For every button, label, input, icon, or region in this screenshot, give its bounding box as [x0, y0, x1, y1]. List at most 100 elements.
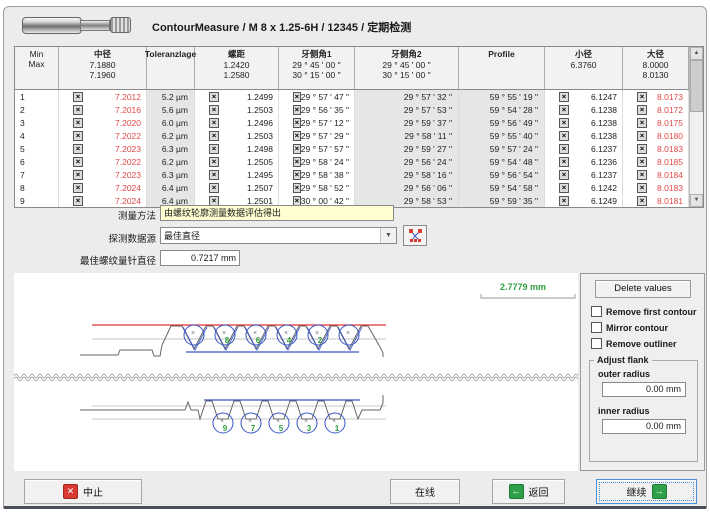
- table-scrollbar[interactable]: ▲ ▼: [689, 47, 703, 207]
- table-cell: 5.6 µm: [147, 103, 195, 116]
- value-checkbox[interactable]: ×: [293, 92, 301, 102]
- value-checkbox[interactable]: ×: [637, 105, 647, 115]
- value-checkbox[interactable]: ×: [209, 118, 219, 128]
- scroll-up-icon[interactable]: ▲: [690, 47, 703, 60]
- value-checkbox[interactable]: ×: [559, 157, 569, 167]
- delete-values-button[interactable]: Delete values: [595, 280, 691, 298]
- table-cell: 5: [15, 142, 59, 155]
- value-checkbox[interactable]: ×: [559, 183, 569, 193]
- abort-button[interactable]: ✕ 中止: [24, 479, 142, 504]
- value-checkbox[interactable]: ×: [637, 196, 647, 206]
- table-cell: 29 ° 57 ' 53 ": [355, 103, 459, 116]
- table-cell: ×1.2507: [195, 181, 279, 194]
- value-checkbox[interactable]: ×: [293, 131, 301, 141]
- continue-button[interactable]: 继续 →: [596, 479, 697, 504]
- table-cell: ×7.2020: [59, 116, 147, 129]
- chevron-down-icon[interactable]: ▼: [380, 228, 396, 243]
- outer-radius-field[interactable]: 0.00 mm: [602, 382, 686, 397]
- value-checkbox[interactable]: ×: [293, 183, 301, 193]
- table-cell: ×29 ° 57 ' 12 ": [279, 116, 355, 129]
- value-checkbox[interactable]: ×: [73, 92, 83, 102]
- adjust-flank-group: Adjust flank outer radius 0.00 mm inner …: [589, 360, 698, 462]
- table-row[interactable]: 8×7.20246.4 µm×1.2507×29 ° 58 ' 52 "29 °…: [15, 181, 689, 194]
- wire-x-mark: ×: [191, 330, 195, 337]
- table-cell: 6.3 µm: [147, 142, 195, 155]
- column-header: 小径6.3760: [545, 47, 623, 89]
- lower-measured-contour: [80, 395, 383, 419]
- value-checkbox[interactable]: ×: [637, 118, 647, 128]
- remove-first-contour-option[interactable]: Remove first contour: [591, 306, 697, 317]
- value-checkbox[interactable]: ×: [637, 183, 647, 193]
- value-checkbox[interactable]: ×: [559, 144, 569, 154]
- value-checkbox[interactable]: ×: [559, 105, 569, 115]
- scroll-down-icon[interactable]: ▼: [690, 194, 703, 207]
- value-checkbox[interactable]: ×: [293, 170, 301, 180]
- value-checkbox[interactable]: ×: [293, 196, 301, 206]
- method-field[interactable]: 由螺纹轮廓测量数据评估得出: [160, 205, 394, 221]
- value-checkbox[interactable]: ×: [209, 157, 219, 167]
- cell-value: 29 ° 57 ' 57 ": [301, 144, 354, 154]
- value-checkbox[interactable]: ×: [209, 131, 219, 141]
- table-grid: MinMax中径7.18807.1960Toleranzlage螺距1.2420…: [15, 47, 689, 207]
- remove-first-contour-checkbox[interactable]: [591, 306, 602, 317]
- value-checkbox[interactable]: ×: [73, 157, 83, 167]
- value-checkbox[interactable]: ×: [293, 105, 301, 115]
- online-button[interactable]: 在线: [390, 479, 460, 504]
- value-checkbox[interactable]: ×: [559, 196, 569, 206]
- column-header: Profile: [459, 47, 545, 89]
- value-checkbox[interactable]: ×: [209, 105, 219, 115]
- value-checkbox[interactable]: ×: [209, 144, 219, 154]
- table-cell: 7: [15, 168, 59, 181]
- value-checkbox[interactable]: ×: [73, 131, 83, 141]
- inner-radius-field[interactable]: 0.00 mm: [602, 419, 686, 434]
- value-checkbox[interactable]: ×: [73, 118, 83, 128]
- value-checkbox[interactable]: ×: [73, 105, 83, 115]
- remove-outliner-option[interactable]: Remove outliner: [591, 338, 677, 349]
- table-cell: ×6.1249: [545, 194, 623, 207]
- back-button[interactable]: ← 返回: [492, 479, 565, 504]
- value-checkbox[interactable]: ×: [209, 170, 219, 180]
- mirror-contour-label: Mirror contour: [606, 323, 668, 333]
- mirror-contour-checkbox[interactable]: [591, 322, 602, 333]
- value-checkbox[interactable]: ×: [559, 118, 569, 128]
- value-checkbox[interactable]: ×: [73, 170, 83, 180]
- table-cell: ×29 ° 58 ' 38 ": [279, 168, 355, 181]
- value-checkbox[interactable]: ×: [637, 92, 647, 102]
- value-checkbox[interactable]: ×: [73, 144, 83, 154]
- value-checkbox[interactable]: ×: [73, 183, 83, 193]
- value-checkbox[interactable]: ×: [209, 92, 219, 102]
- mirror-contour-option[interactable]: Mirror contour: [591, 322, 668, 333]
- table-row[interactable]: 5×7.20236.3 µm×1.2498×29 ° 57 ' 57 "29 °…: [15, 142, 689, 155]
- value-checkbox[interactable]: ×: [293, 157, 301, 167]
- table-row[interactable]: 4×7.20226.2 µm×1.2503×29 ° 57 ' 29 "29 °…: [15, 129, 689, 142]
- cell-value: 1.2503: [247, 105, 278, 115]
- value-checkbox[interactable]: ×: [637, 144, 647, 154]
- value-checkbox[interactable]: ×: [209, 183, 219, 193]
- table-row[interactable]: 7×7.20236.3 µm×1.2495×29 ° 58 ' 38 "29 °…: [15, 168, 689, 181]
- value-checkbox[interactable]: ×: [209, 196, 219, 206]
- value-checkbox[interactable]: ×: [559, 92, 569, 102]
- cell-value: 29 ° 56 ' 35 ": [301, 105, 354, 115]
- value-checkbox[interactable]: ×: [293, 144, 301, 154]
- table-row[interactable]: 6×7.20226.2 µm×1.2505×29 ° 58 ' 24 "29 °…: [15, 155, 689, 168]
- contour-measure-window: ContourMeasure / M 8 x 1.25-6H / 12345 /…: [3, 6, 707, 509]
- value-checkbox[interactable]: ×: [559, 131, 569, 141]
- probe-points-button[interactable]: [403, 225, 427, 246]
- table-cell: ×7.2024: [59, 194, 147, 207]
- remove-outliner-checkbox[interactable]: [591, 338, 602, 349]
- value-checkbox[interactable]: ×: [637, 170, 647, 180]
- table-row[interactable]: 2×7.20165.6 µm×1.2503×29 ° 56 ' 35 "29 °…: [15, 103, 689, 116]
- span-dimension-label: 2.7779 mm: [500, 282, 546, 292]
- wire-diameter-field[interactable]: 0.7217 mm: [160, 250, 240, 266]
- value-checkbox[interactable]: ×: [637, 157, 647, 167]
- scrollbar-thumb[interactable]: [690, 60, 703, 112]
- table-row[interactable]: 3×7.20206.0 µm×1.2496×29 ° 57 ' 12 "29 °…: [15, 116, 689, 129]
- value-checkbox[interactable]: ×: [293, 118, 301, 128]
- table-cell: ×29 ° 56 ' 35 ": [279, 103, 355, 116]
- outer-radius-label: outer radius: [598, 369, 650, 379]
- table-row[interactable]: 1×7.20125.2 µm×1.2499×29 ° 57 ' 47 "29 °…: [15, 90, 689, 103]
- value-checkbox[interactable]: ×: [559, 170, 569, 180]
- value-checkbox[interactable]: ×: [73, 196, 83, 206]
- value-checkbox[interactable]: ×: [637, 131, 647, 141]
- source-dropdown[interactable]: 最佳直径 ▼: [160, 227, 397, 244]
